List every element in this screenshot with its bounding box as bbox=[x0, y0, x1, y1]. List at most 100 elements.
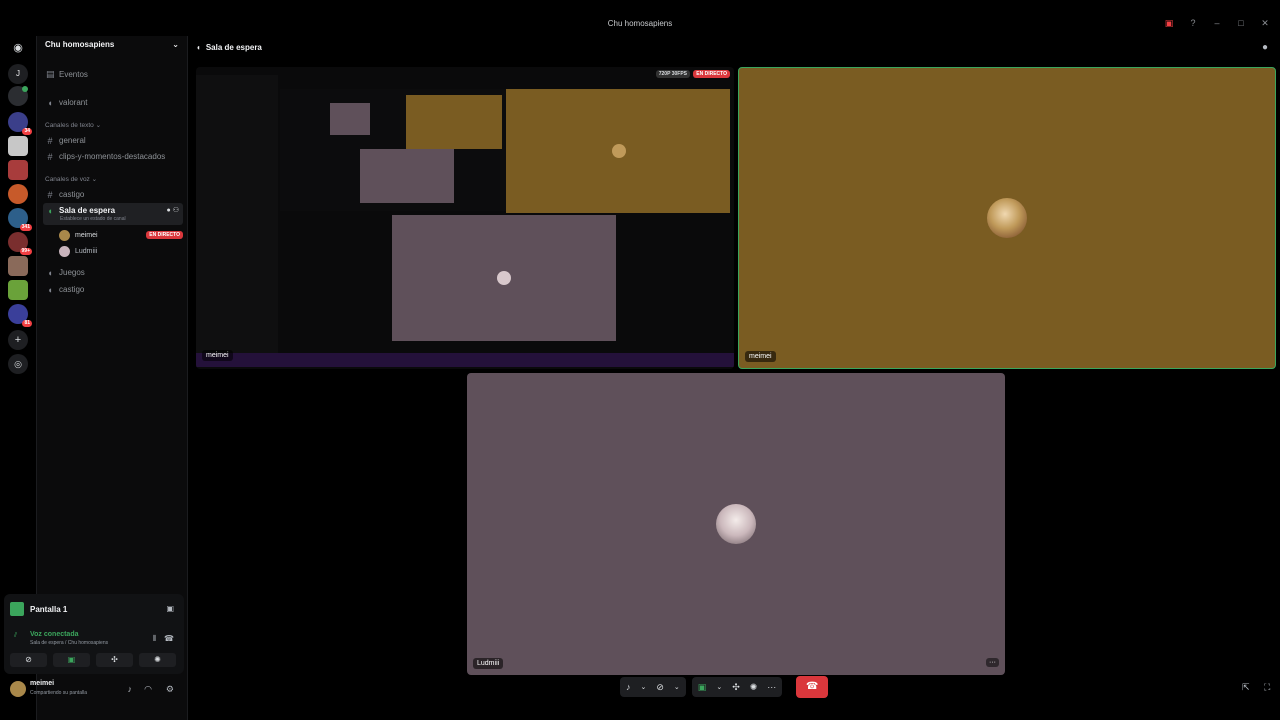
noise-suppression-icon[interactable]: ⦀ bbox=[152, 634, 156, 644]
events-item[interactable]: ▤ Eventos bbox=[43, 67, 183, 82]
channel-general[interactable]: # general bbox=[43, 133, 183, 148]
server-icon[interactable] bbox=[8, 280, 28, 300]
discover-icon[interactable]: ◎ bbox=[8, 354, 28, 374]
channel-title: Sala de espera bbox=[205, 42, 262, 52]
avatar[interactable] bbox=[10, 681, 26, 697]
server-icon[interactable] bbox=[8, 136, 28, 156]
screen-share-button[interactable]: ▣ bbox=[53, 653, 90, 667]
avatar bbox=[716, 504, 756, 544]
close-icon[interactable]: ✕ bbox=[1260, 18, 1270, 28]
nested-grid bbox=[280, 89, 506, 211]
voice-connected-label[interactable]: Voz conectada bbox=[30, 631, 79, 638]
title-bar: Chu homosapiens ▣ ? – □ ✕ bbox=[0, 0, 1280, 36]
camera-off-button[interactable]: ⊘ bbox=[10, 653, 47, 667]
activities-icon[interactable]: ✣ bbox=[732, 682, 740, 693]
hash-icon: # bbox=[47, 135, 53, 146]
screen-share-icon[interactable]: ▣ bbox=[698, 682, 707, 693]
live-badge: EN DIRECTO bbox=[146, 231, 183, 239]
microphone-icon[interactable]: ♪ bbox=[128, 684, 133, 694]
microphone-icon[interactable]: ♪ bbox=[626, 682, 631, 692]
user-status: Compartiendo su pantalla bbox=[30, 690, 87, 696]
chat-icon[interactable]: ● ⚇ bbox=[167, 206, 179, 214]
speaker-icon: ◖ bbox=[47, 267, 53, 278]
avatar bbox=[987, 198, 1027, 238]
help-icon[interactable]: ? bbox=[1188, 18, 1198, 28]
signal-icon[interactable]: ⫽ bbox=[14, 632, 17, 640]
mic-group: ♪ ⌄ ⊘ ⌄ bbox=[620, 677, 686, 697]
live-badge: EN DIRECTO bbox=[693, 70, 730, 78]
channel-sala-de-espera[interactable]: ◖ Sala de espera Establece un estado de … bbox=[43, 203, 183, 225]
voice-user-ludmiii[interactable]: Ludmiii bbox=[59, 244, 183, 258]
pop-out-icon[interactable]: ⇱ bbox=[1242, 682, 1250, 693]
server-j[interactable]: J bbox=[8, 64, 28, 84]
minimize-icon[interactable]: – bbox=[1212, 18, 1222, 28]
server-icon[interactable]: 34 bbox=[8, 112, 32, 135]
nested-sidebar bbox=[196, 75, 278, 355]
nested-tile-meimei bbox=[506, 89, 730, 213]
server-icon[interactable]: 341 bbox=[8, 208, 32, 231]
inbox-icon[interactable]: ▣ bbox=[1164, 18, 1174, 28]
tile-label: meimei bbox=[202, 350, 233, 361]
server-icon[interactable] bbox=[8, 160, 28, 180]
camera-off-icon[interactable]: ⊘ bbox=[656, 682, 664, 693]
soundboard-button[interactable]: ✺ bbox=[139, 653, 176, 667]
discord-home-icon[interactable]: ◉ bbox=[8, 38, 28, 58]
soundboard-icon[interactable]: ✺ bbox=[750, 682, 758, 693]
share-group: ▣ ⌄ ✣ ✺ ··· bbox=[691, 677, 783, 697]
fullscreen-icon[interactable]: ⛶ bbox=[1264, 682, 1270, 693]
more-options-icon[interactable]: ··· bbox=[767, 682, 776, 692]
server-header[interactable]: Chu homosapiens ⌄ bbox=[37, 36, 187, 56]
chat-bubble-icon[interactable]: ● bbox=[1262, 42, 1268, 53]
stream-title: Pantalla 1 bbox=[30, 604, 68, 614]
chevron-down-icon[interactable]: ⌄ bbox=[716, 683, 722, 691]
chevron-down-icon[interactable]: ⌄ bbox=[674, 683, 680, 691]
nested-tile-ludmiii bbox=[392, 215, 616, 341]
nested-taskbar bbox=[196, 353, 734, 367]
voice-category[interactable]: Canales de voz ⌄ bbox=[45, 175, 97, 183]
speaker-icon: ◖ bbox=[47, 97, 53, 108]
speaker-icon: ◖ bbox=[47, 284, 53, 295]
hash-icon: # bbox=[47, 151, 53, 162]
stop-share-icon[interactable]: ▣ bbox=[166, 604, 174, 613]
channel-valorant[interactable]: ◖ valorant bbox=[43, 95, 183, 110]
avatar bbox=[59, 245, 70, 257]
channel-clips[interactable]: # clips-y-momentos-destacados bbox=[43, 149, 183, 164]
voice-user-meimei[interactable]: meimei EN DIRECTO bbox=[59, 228, 183, 242]
channel-header: ◖ Sala de espera bbox=[196, 40, 262, 54]
voice-location[interactable]: Sala de espera / Chu homosapiens bbox=[30, 640, 108, 646]
tile-label: Ludmiii bbox=[473, 658, 504, 669]
hash-icon: # bbox=[47, 189, 53, 200]
call-controls: ♪ ⌄ ⊘ ⌄ ▣ ⌄ ✣ ✺ ··· ☎ bbox=[620, 676, 829, 698]
settings-gear-icon[interactable]: ⚙ bbox=[166, 684, 174, 695]
activities-button[interactable]: ✣ bbox=[96, 653, 133, 667]
add-server-icon[interactable]: + bbox=[8, 330, 28, 350]
window-title: Chu homosapiens bbox=[607, 19, 673, 28]
maximize-icon[interactable]: □ bbox=[1236, 18, 1246, 28]
stream-tile[interactable]: 720P 30FPS EN DIRECTO meimei bbox=[196, 67, 734, 369]
quality-badge: 720P 30FPS bbox=[655, 70, 690, 78]
hang-up-button[interactable]: ☎ bbox=[796, 676, 829, 698]
server-icon[interactable] bbox=[8, 184, 28, 204]
server-icon[interactable] bbox=[8, 86, 28, 106]
text-category[interactable]: Canales de texto ⌄ bbox=[45, 121, 101, 129]
server-icon[interactable]: 81 bbox=[8, 304, 32, 327]
stream-panel: Pantalla 1 ▣ ⫽ Voz conectada Sala de esp… bbox=[4, 594, 184, 674]
speaker-icon: ◖ bbox=[47, 206, 53, 216]
more-options-icon[interactable]: ··· bbox=[986, 658, 999, 667]
avatar bbox=[59, 229, 70, 241]
server-icon[interactable] bbox=[8, 256, 28, 276]
tile-label: meimei bbox=[745, 351, 776, 362]
disconnect-icon[interactable]: ☎ bbox=[164, 634, 174, 643]
channel-castigo[interactable]: # castigo bbox=[43, 187, 183, 202]
chevron-down-icon[interactable]: ⌄ bbox=[641, 683, 647, 691]
speaker-icon: ◖ bbox=[196, 42, 201, 52]
channel-juegos[interactable]: ◖ Juegos bbox=[43, 265, 183, 280]
headphones-icon[interactable]: ◠ bbox=[144, 684, 152, 695]
chevron-down-icon: ⌄ bbox=[172, 40, 179, 49]
video-tile-ludmiii[interactable]: Ludmiii ··· bbox=[467, 373, 1005, 675]
video-tile-meimei[interactable]: meimei bbox=[738, 67, 1276, 369]
channel-castigo-voice[interactable]: ◖ castigo bbox=[43, 282, 183, 297]
screen-thumbnail bbox=[10, 602, 24, 616]
server-icon[interactable]: 99+ bbox=[8, 232, 32, 255]
user-name: meimei bbox=[30, 680, 55, 687]
